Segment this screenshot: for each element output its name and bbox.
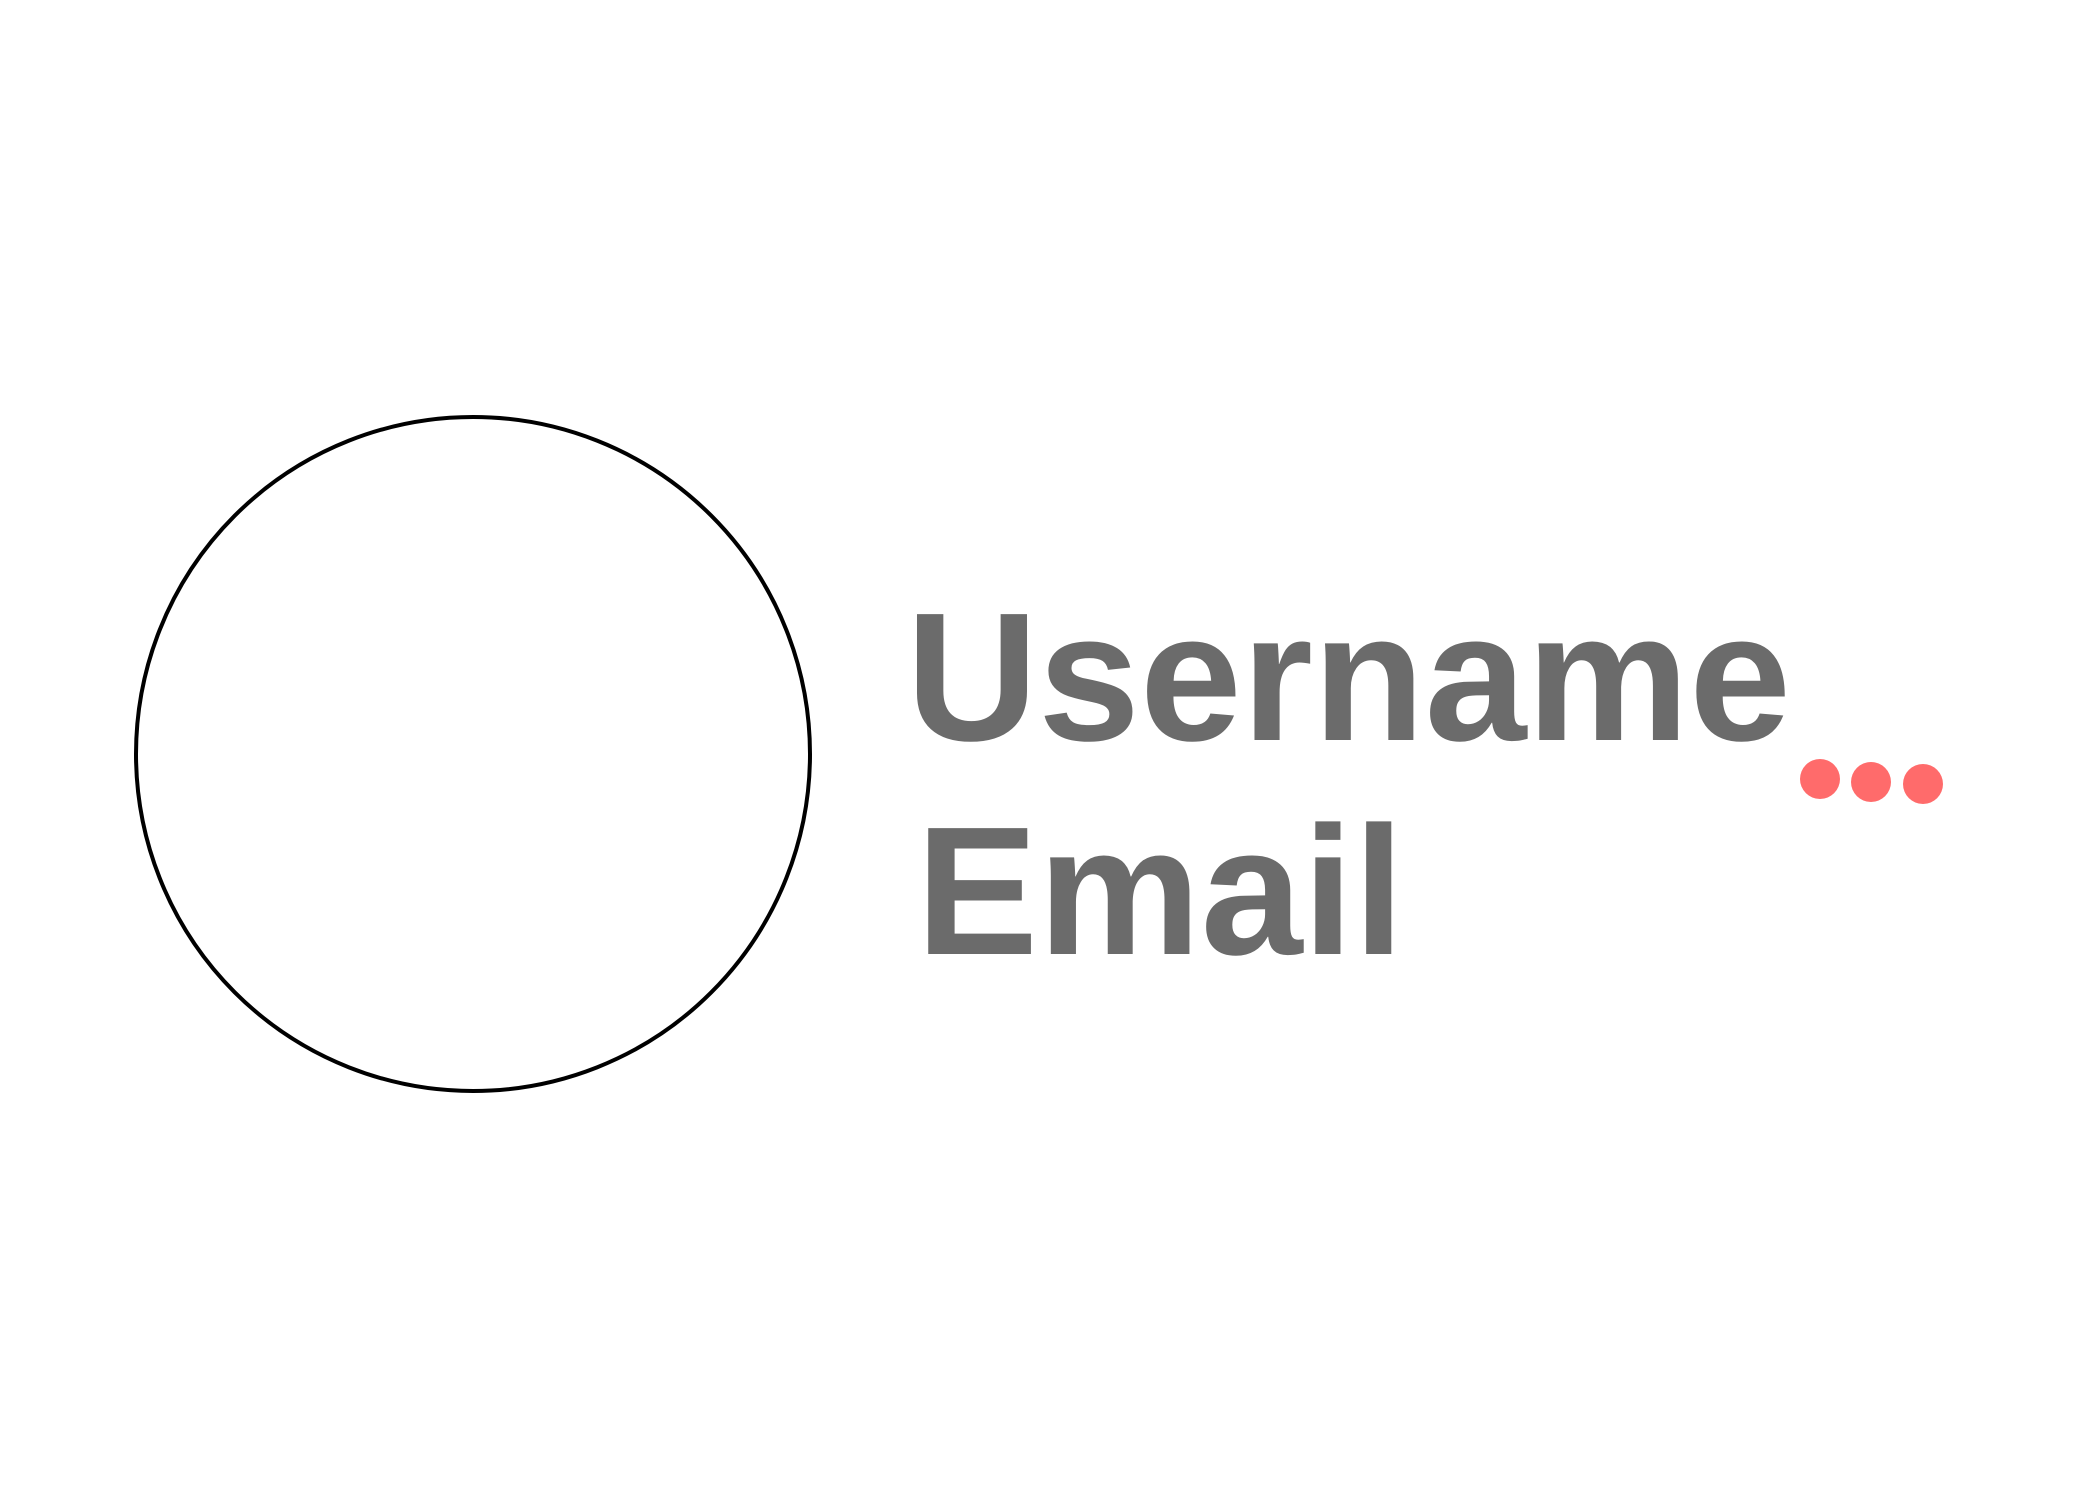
avatar — [134, 415, 812, 1093]
username-label: Username — [906, 574, 1791, 779]
more-dots-icon — [1800, 759, 1840, 799]
email-label: Email — [916, 788, 1405, 993]
more-dots-icon — [1851, 762, 1891, 802]
more-options-button[interactable] — [1790, 750, 1960, 820]
more-dots-icon — [1903, 764, 1943, 804]
